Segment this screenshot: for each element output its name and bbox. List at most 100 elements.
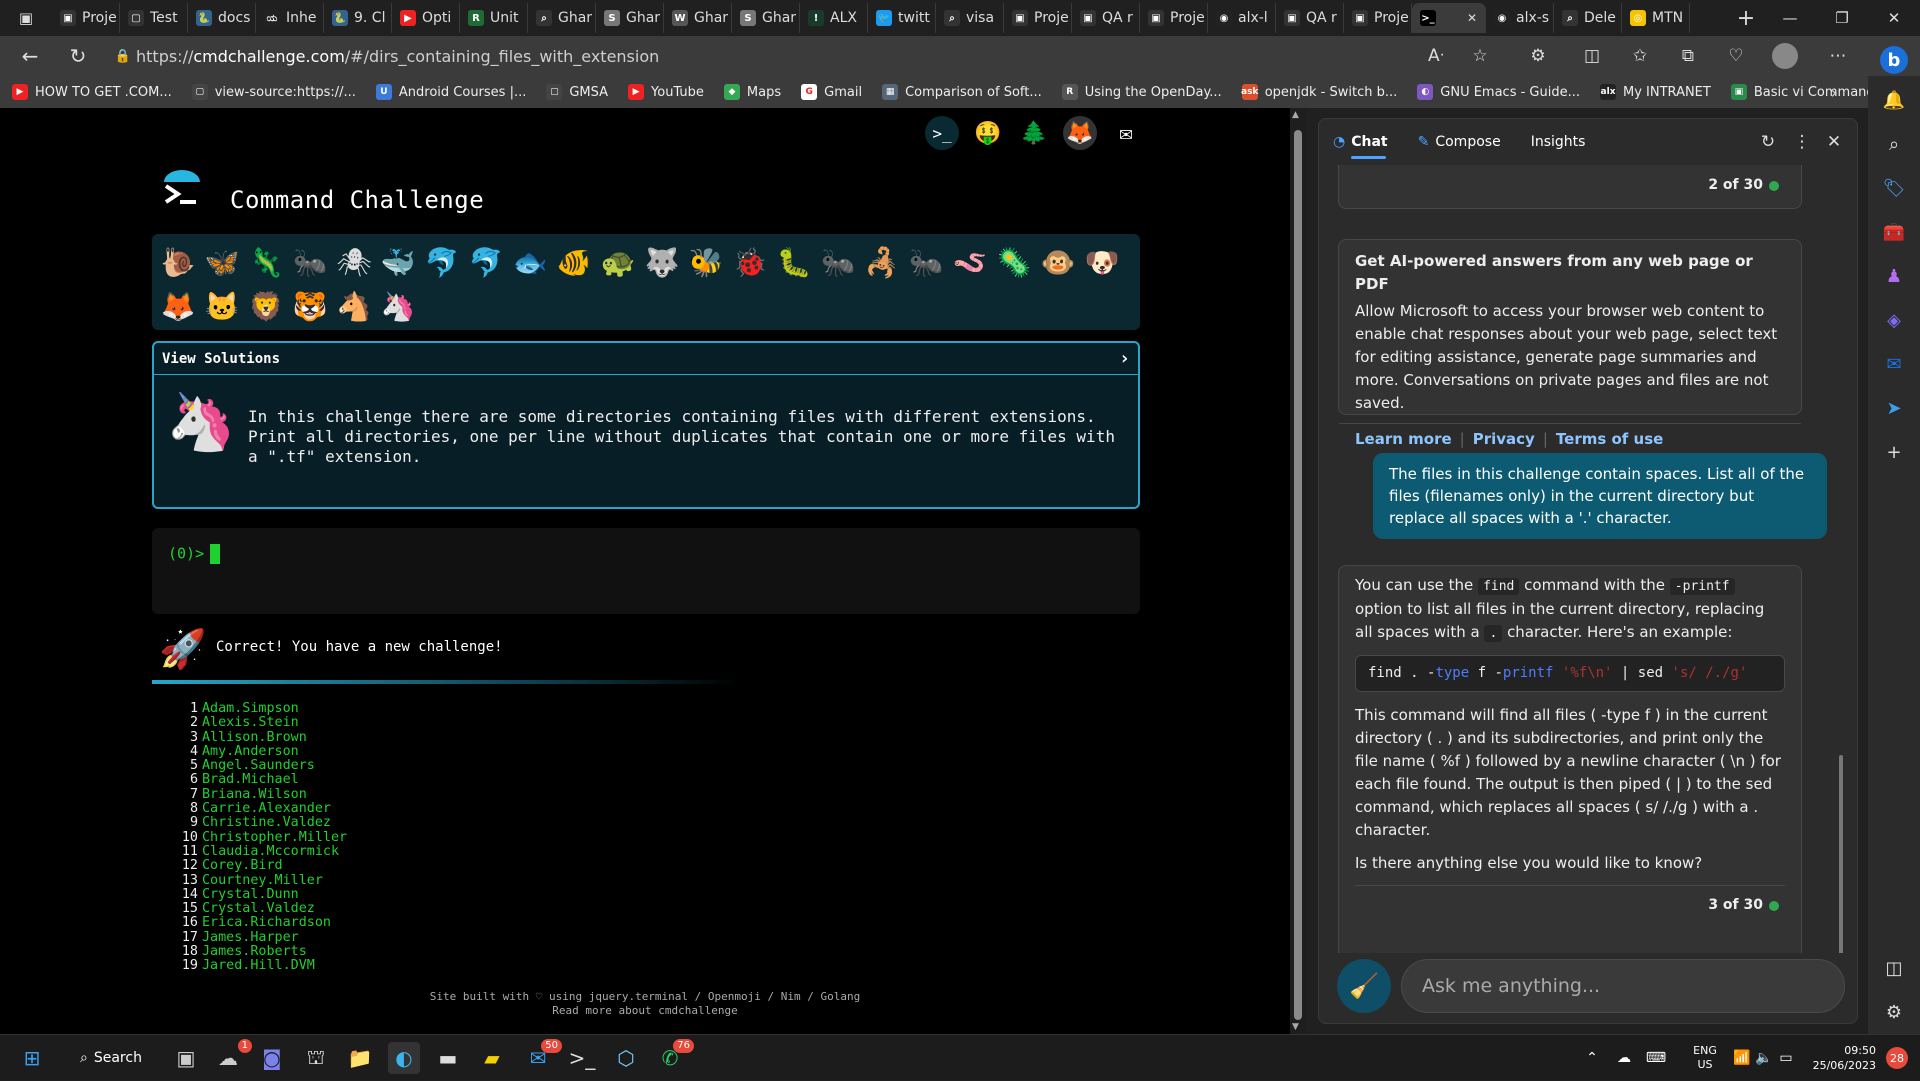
file-explorer-icon[interactable]: 📁 xyxy=(344,1042,376,1074)
task-view-icon[interactable]: ▣ xyxy=(170,1042,202,1074)
browser-tab[interactable]: ◎ MTN xyxy=(1622,3,1690,33)
teams-chat-icon[interactable]: ◙ xyxy=(256,1042,288,1074)
terminal-window-icon[interactable]: >_ xyxy=(566,1042,598,1074)
favorites-icon[interactable]: ✩ xyxy=(1624,40,1656,72)
new-tab-button[interactable]: + xyxy=(1728,0,1764,36)
terminal-app-icon[interactable]: ▬ xyxy=(432,1042,464,1074)
challenge-animal-icon[interactable]: 🦋 xyxy=(200,240,244,284)
tab-insights[interactable]: Insights xyxy=(1531,119,1586,165)
sticky-notes-icon[interactable]: ▰ xyxy=(476,1042,508,1074)
m365-icon[interactable]: ◈ xyxy=(1880,306,1908,334)
bookmark-item[interactable]: R Using the OpenDay... xyxy=(1061,84,1222,100)
virtualbox-icon[interactable]: ⬡ xyxy=(610,1042,642,1074)
mail-app-icon[interactable]: ✉ 50 xyxy=(522,1039,562,1074)
browser-tab[interactable]: ◉ alx-l xyxy=(1208,3,1276,33)
challenge-animal-icon[interactable]: 🦂 xyxy=(860,240,904,284)
clock[interactable]: 09:50 25/06/2023 xyxy=(1800,1035,1876,1081)
new-topic-broom-icon[interactable]: 🧹 xyxy=(1337,959,1391,1013)
browser-tab[interactable]: ▢ Test xyxy=(120,3,188,33)
tab-actions-icon[interactable]: ▣ xyxy=(0,0,52,36)
browser-tab[interactable]: ▣ Proje xyxy=(1344,3,1412,33)
challenge-animal-icon[interactable]: 🐜 xyxy=(904,240,948,284)
tools-icon[interactable]: 🧰 xyxy=(1880,218,1908,246)
bing-copilot-icon[interactable]: b xyxy=(1880,46,1908,74)
battery-icon[interactable]: ▭ xyxy=(1776,1035,1796,1081)
browser-tab[interactable]: 🐦 twitt xyxy=(868,3,936,33)
bookmarks-overflow-icon[interactable]: › xyxy=(1822,80,1846,104)
bookmark-item[interactable]: ▢ view-source:https://... xyxy=(191,84,356,100)
footer-read-more-link[interactable]: Read more about cmdchallenge xyxy=(0,1004,1290,1018)
gitlab-icon[interactable]: 🦊 xyxy=(1063,116,1097,150)
browser-tab[interactable]: ▣ QA r xyxy=(1072,3,1140,33)
browser-tab[interactable]: 🐍 9. Cl xyxy=(324,3,392,33)
scroll-up-icon[interactable]: ▲ xyxy=(1292,110,1299,120)
start-button-icon[interactable]: ⊞ xyxy=(16,1042,48,1074)
sidebar-toggle-icon[interactable]: ◫ xyxy=(1880,954,1908,982)
challenge-animal-icon[interactable]: 🐛 xyxy=(772,240,816,284)
browser-tab[interactable]: ▣ Proje xyxy=(52,3,120,33)
bookmark-item[interactable]: ▣ Basic vi Commands xyxy=(1730,84,1881,100)
read-aloud-icon[interactable]: Aᐧ xyxy=(1420,40,1452,72)
browser-tab[interactable]: W Ghar xyxy=(664,3,732,33)
view-solutions-header[interactable]: View Solutions › xyxy=(154,343,1138,375)
challenge-animal-icon[interactable]: 🐬 xyxy=(464,240,508,284)
challenge-animal-icon[interactable]: 🦁 xyxy=(244,284,288,328)
challenge-animal-icon[interactable]: 🐟 xyxy=(508,240,552,284)
challenge-animal-icon[interactable]: 🪱 xyxy=(948,240,992,284)
privacy-link[interactable]: Privacy xyxy=(1473,428,1535,451)
settings-icon[interactable]: ⚙ xyxy=(1880,998,1908,1026)
taskbar-search[interactable]: ⌕ Search xyxy=(70,1043,150,1073)
challenge-animal-icon[interactable]: 🐵 xyxy=(1036,240,1080,284)
refresh-button[interactable]: ↻ xyxy=(58,38,98,74)
bookmark-item[interactable]: ▦ Comparison of Soft... xyxy=(882,84,1042,100)
tree-icon[interactable]: 🌲 xyxy=(1017,116,1051,150)
challenge-animal-icon[interactable]: 🦠 xyxy=(992,240,1036,284)
browser-tab[interactable]: >_ ✕ xyxy=(1412,3,1486,33)
more-options-icon[interactable]: ⋮ xyxy=(1787,127,1817,157)
donate-icon[interactable]: 🤑 xyxy=(971,116,1005,150)
search-icon[interactable]: ⌕ xyxy=(1880,130,1908,158)
chat-scrollbar[interactable] xyxy=(1839,755,1843,953)
refresh-chat-icon[interactable]: ↻ xyxy=(1753,127,1783,157)
browser-tab[interactable]: R Unit xyxy=(460,3,528,33)
minimize-button[interactable]: — xyxy=(1764,0,1816,36)
browser-tab[interactable]: S Ghar xyxy=(732,3,800,33)
browser-tab[interactable]: ಯ Inhe xyxy=(256,3,324,33)
tray-overflow-icon[interactable]: ⌃ xyxy=(1580,1035,1604,1081)
back-button[interactable]: ← xyxy=(10,38,50,74)
browser-tab[interactable]: S Ghar xyxy=(596,3,664,33)
challenge-animal-icon[interactable]: 🐴 xyxy=(332,284,376,328)
chat-input[interactable]: Ask me anything... xyxy=(1401,959,1845,1013)
challenge-animal-icon[interactable]: 🐶 xyxy=(1080,240,1124,284)
tab-chat[interactable]: ◔ Chat xyxy=(1333,119,1388,165)
language-indicator[interactable]: ENG US xyxy=(1688,1035,1722,1081)
terminal-input[interactable]: (0)> xyxy=(152,528,1140,614)
mail-icon[interactable]: ✉ xyxy=(1109,116,1143,150)
edge-browser-icon[interactable]: ◐ xyxy=(388,1042,420,1074)
bookmark-item[interactable]: ask openjdk - Switch b... xyxy=(1241,84,1397,100)
terms-link[interactable]: Terms of use xyxy=(1556,428,1663,451)
bookmark-item[interactable]: ▶ HOW TO GET .COM... xyxy=(12,84,172,100)
bookmark-item[interactable]: ▶ YouTube xyxy=(628,84,704,100)
challenge-animal-icon[interactable]: 🐜 xyxy=(816,240,860,284)
terminal-icon[interactable]: >_ xyxy=(925,116,959,150)
widgets-icon[interactable]: ☁ 1 xyxy=(212,1039,252,1074)
games-icon[interactable]: ♟ xyxy=(1880,262,1908,290)
bookmark-item[interactable]: ▢ GMSA xyxy=(546,84,608,100)
outlook-icon[interactable]: ✉ xyxy=(1880,350,1908,378)
challenge-animal-icon[interactable]: 🐯 xyxy=(288,284,332,328)
bookmark-item[interactable]: U Android Courses |... xyxy=(375,84,526,100)
challenge-animal-icon[interactable]: 🦎 xyxy=(244,240,288,284)
close-tab-icon[interactable]: ✕ xyxy=(1467,11,1477,25)
scrollbar-thumb[interactable] xyxy=(1294,130,1302,1020)
browser-tab[interactable]: ▣ Proje xyxy=(1004,3,1072,33)
more-menu-icon[interactable]: ⋯ xyxy=(1822,40,1854,72)
browser-tab[interactable]: ⌕ Dele xyxy=(1554,3,1622,33)
browser-tab[interactable]: ! ALX xyxy=(800,3,868,33)
learn-more-link[interactable]: Learn more xyxy=(1355,428,1452,451)
profile-avatar[interactable] xyxy=(1772,43,1798,69)
challenge-animal-icon[interactable]: 🐜 xyxy=(288,240,332,284)
browser-tab[interactable]: ⌕ Ghar xyxy=(528,3,596,33)
add-icon[interactable]: + xyxy=(1880,438,1908,466)
performance-icon[interactable]: ♡ xyxy=(1720,40,1752,72)
